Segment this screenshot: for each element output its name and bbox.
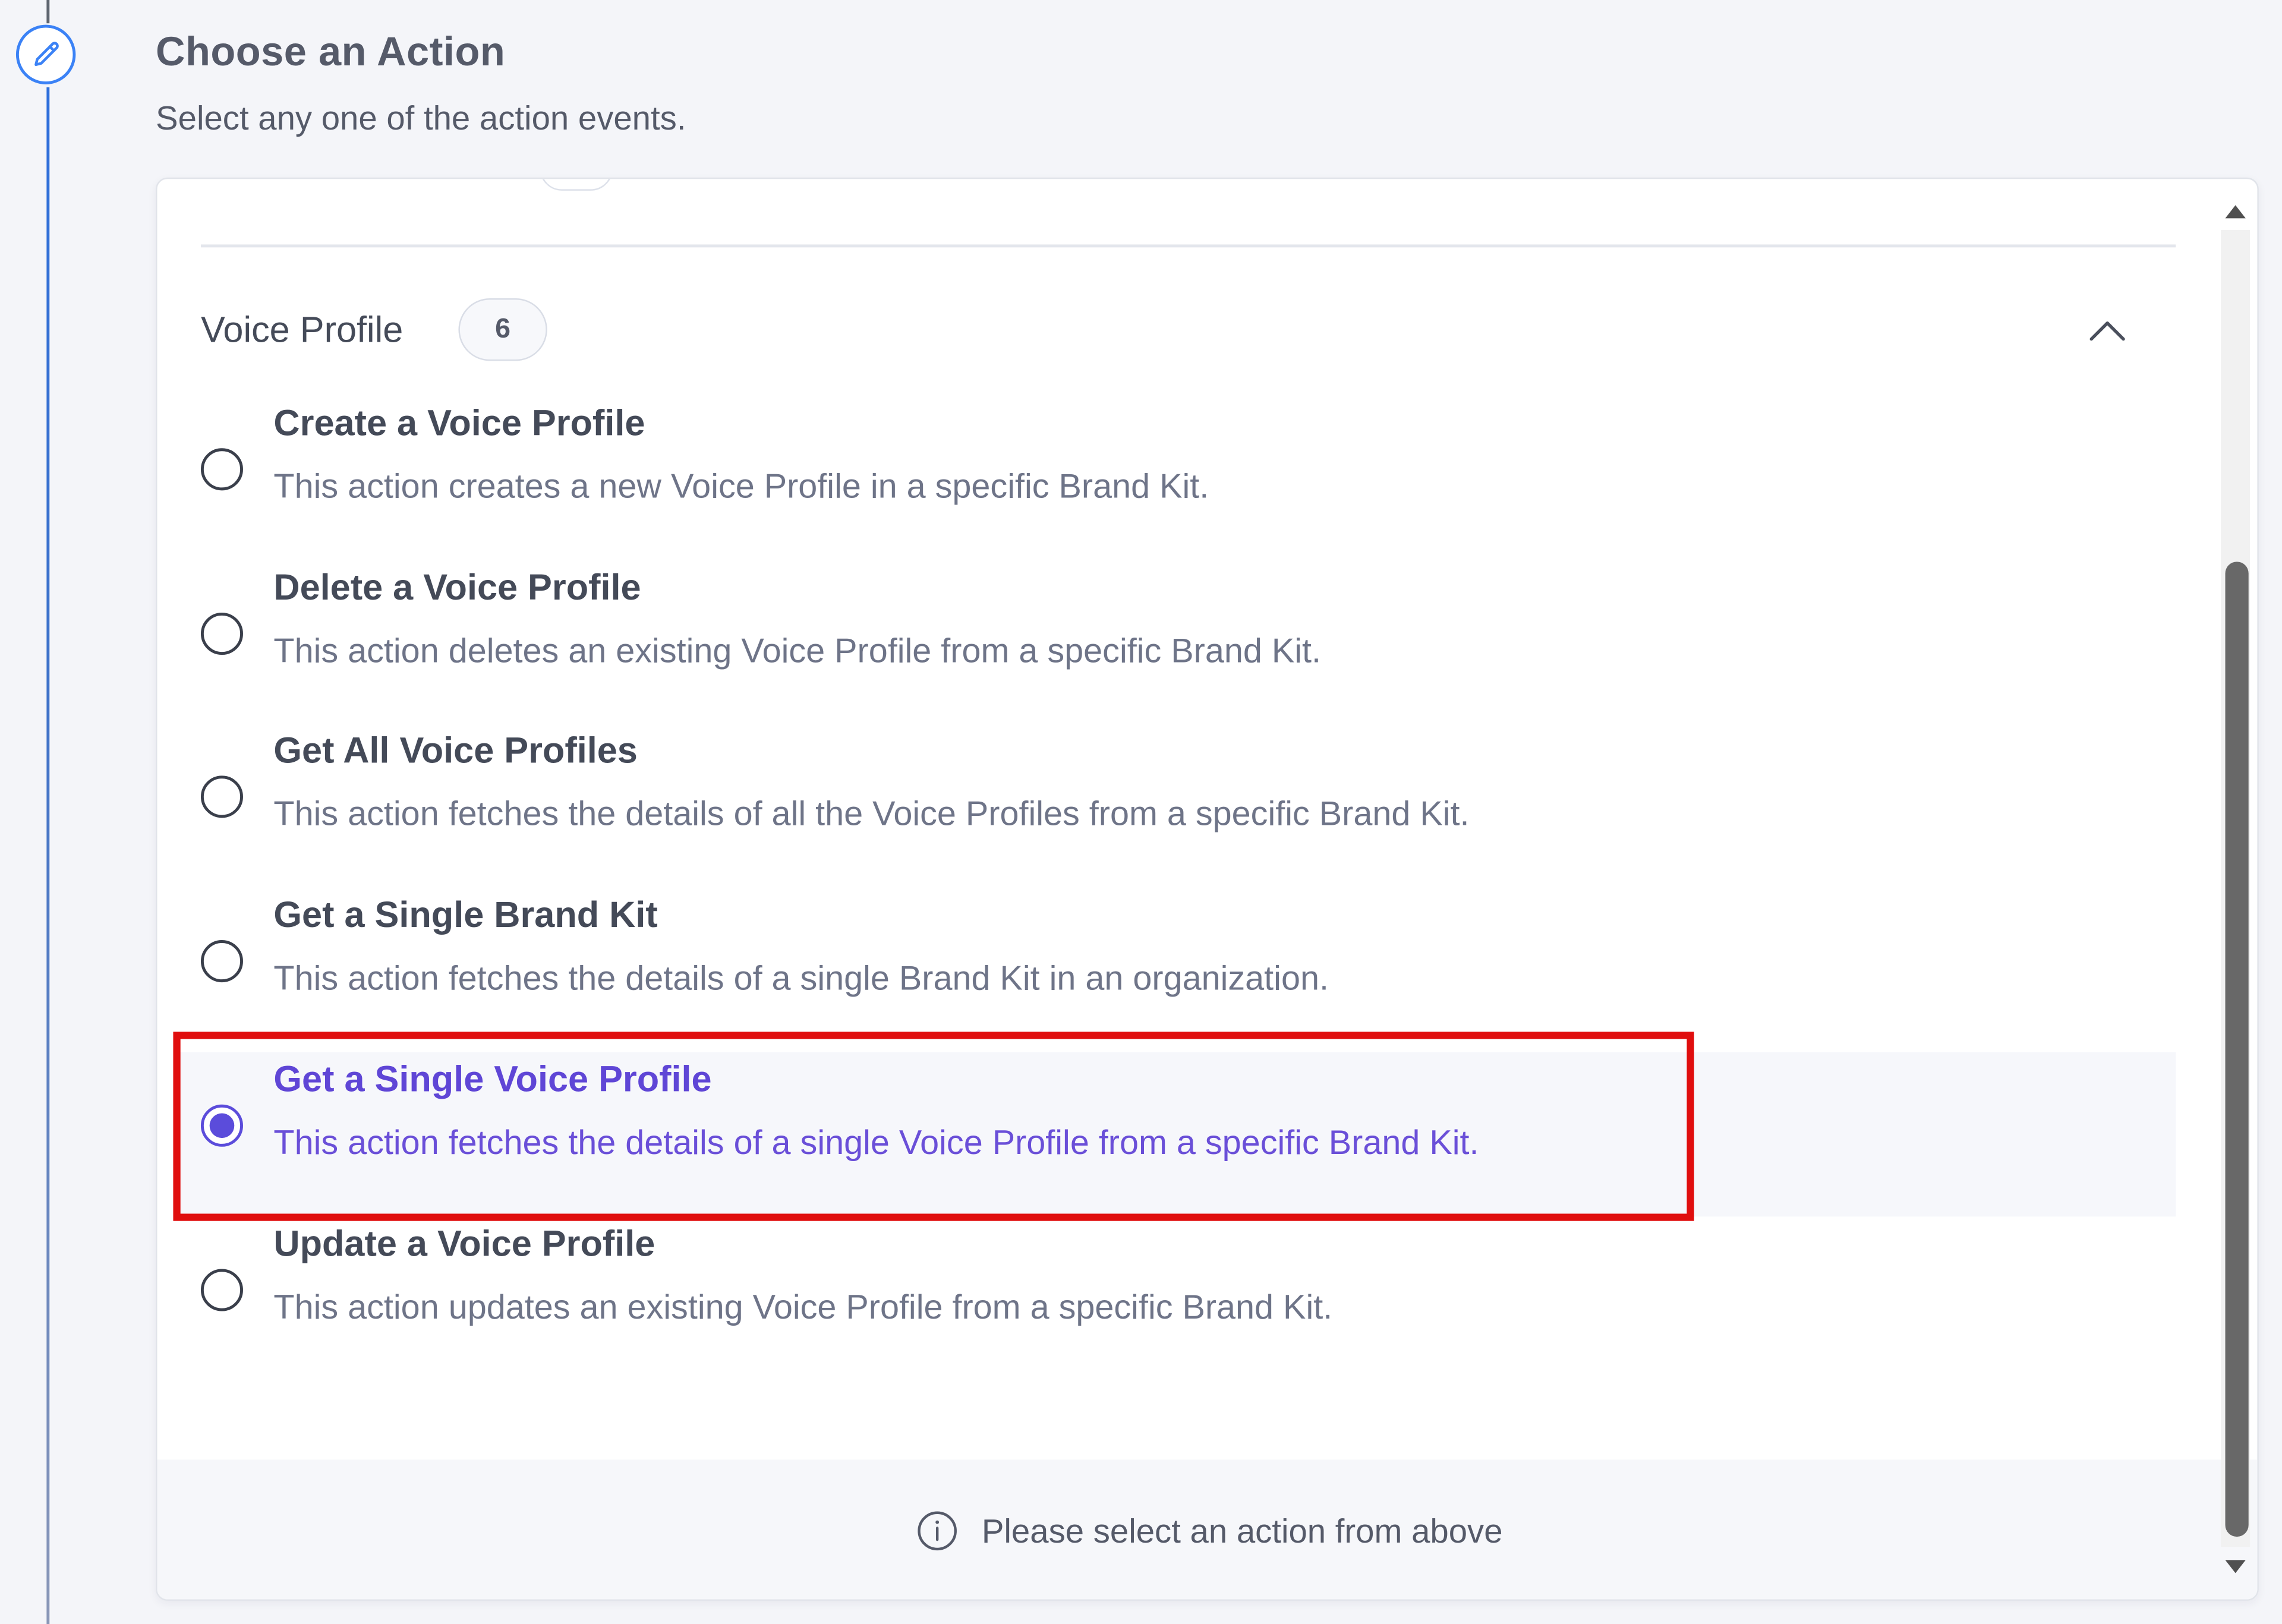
group-count-badge: 6 xyxy=(458,298,547,361)
info-icon xyxy=(917,1511,956,1551)
action-option[interactable]: Delete a Voice Profile This action delete… xyxy=(178,560,2176,724)
previous-group-badge xyxy=(540,179,613,191)
pencil-icon xyxy=(33,41,58,65)
action-option-description: This action updates an existing Voice Pr… xyxy=(273,1287,1333,1325)
triangle-up-icon xyxy=(2225,205,2246,219)
action-list-panel: Voice Profile 6 Create a Voice Profile Th… xyxy=(156,177,2259,1601)
radio-button[interactable] xyxy=(200,940,243,983)
action-option-description: This action fetches the details of a sin… xyxy=(273,1123,1479,1161)
action-option-title: Get All Voice Profiles xyxy=(273,731,638,772)
group-divider xyxy=(200,244,2176,247)
action-option-description: This action creates a new Voice Profile … xyxy=(273,467,1209,505)
action-option-title: Delete a Voice Profile xyxy=(273,567,641,608)
page-subtitle: Select any one of the action events. xyxy=(156,99,686,137)
action-option[interactable]: Create a Voice Profile This action create… xyxy=(178,396,2176,560)
radio-button-selected[interactable] xyxy=(200,1104,243,1147)
radio-button[interactable] xyxy=(200,1268,243,1311)
action-chooser-screen: Choose an Action Select any one of the a… xyxy=(0,0,2282,1624)
triangle-down-icon xyxy=(2225,1560,2246,1573)
scroll-up-arrow[interactable] xyxy=(2223,201,2249,221)
timeline-connector xyxy=(46,87,50,1624)
page-title: Choose an Action xyxy=(156,29,506,74)
action-option-title: Get a Single Voice Profile xyxy=(273,1059,712,1100)
action-option-description: This action deletes an existing Voice Pr… xyxy=(273,631,1322,669)
action-option[interactable]: Update a Voice Profile This action update… xyxy=(178,1216,2176,1380)
footer-hint: Please select an action from above xyxy=(157,1459,2258,1600)
action-option-description: This action fetches the details of all t… xyxy=(273,795,1470,833)
action-option-description: This action fetches the details of a sin… xyxy=(273,959,1329,997)
step-edit-button[interactable] xyxy=(15,24,76,85)
chevron-up-icon xyxy=(2089,321,2125,341)
scroll-down-arrow[interactable] xyxy=(2223,1557,2249,1577)
radio-button[interactable] xyxy=(200,448,243,491)
footer-message: Please select an action from above xyxy=(981,1511,1503,1549)
action-option[interactable]: Get a Single Voice Profile This action fe… xyxy=(177,1052,2176,1216)
action-option-title: Update a Voice Profile xyxy=(273,1223,655,1264)
action-option-title: Get a Single Brand Kit xyxy=(273,895,658,936)
action-option-title: Create a Voice Profile xyxy=(273,403,645,444)
action-option[interactable]: Get a Single Brand Kit This action fetche… xyxy=(178,888,2176,1052)
action-option[interactable]: Get All Voice Profiles This action fetche… xyxy=(178,724,2176,888)
timeline-connector-top xyxy=(46,0,50,24)
scrollbar-thumb[interactable] xyxy=(2225,562,2249,1537)
radio-button[interactable] xyxy=(200,612,243,655)
radio-button[interactable] xyxy=(200,776,243,819)
group-collapse-button[interactable] xyxy=(2083,310,2132,351)
group-title: Voice Profile xyxy=(200,310,404,351)
